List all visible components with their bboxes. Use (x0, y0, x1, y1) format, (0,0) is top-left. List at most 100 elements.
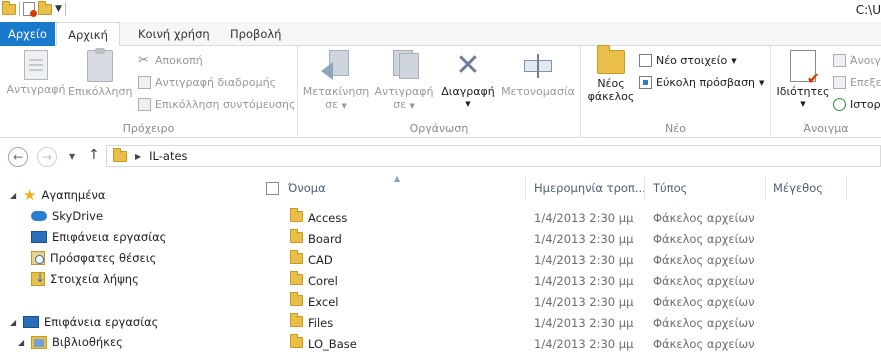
customize-dropdown-icon[interactable]: ▼ (55, 4, 62, 14)
file-name: LO_Base (308, 337, 357, 351)
back-button[interactable]: ← (8, 147, 28, 167)
copy-to-label-1: Αντιγραφή (374, 85, 434, 98)
file-name: Corel (308, 274, 338, 288)
file-name: Board (308, 232, 342, 246)
file-row[interactable]: CAD 1/4/2013 2:30 μμ Φάκελος αρχείων (256, 249, 881, 270)
properties-icon[interactable] (23, 2, 37, 17)
clipboard-group-label: Πρόχειρο (122, 122, 175, 135)
new-folder-icon[interactable] (38, 0, 52, 15)
nav-favorites[interactable]: ◢ ★ Αγαπημένα (10, 188, 106, 203)
separator (64, 2, 66, 16)
column-divider[interactable] (846, 176, 847, 200)
column-name[interactable]: Όνομα (288, 181, 326, 195)
column-date[interactable]: Ημερομηνία τροπ... (534, 181, 646, 195)
new-item-button[interactable]: Νέο στοιχείο ▼ (639, 54, 737, 67)
edit-button[interactable]: Επεξε (833, 76, 881, 89)
paste-label: Επικόλληση (68, 85, 133, 98)
ribbon: Αντιγραφή Επικόλληση ✂ Αποκοπή Αντιγραφή… (0, 45, 881, 138)
file-row[interactable]: Excel 1/4/2013 2:30 μμ Φάκελος αρχείων (256, 291, 881, 312)
folder-icon[interactable] (2, 0, 16, 15)
recent-locations-dropdown[interactable]: ▼ (69, 152, 75, 161)
chevron-down-icon: ▼ (465, 100, 471, 108)
cut-button[interactable]: ✂ Αποκοπή (138, 54, 203, 67)
nav-skydrive[interactable]: SkyDrive (31, 209, 103, 223)
copy-to-button[interactable]: Αντιγραφή σε ▼ (372, 50, 436, 113)
nav-desktop[interactable]: ◢ Επιφάνεια εργασίας (10, 315, 158, 329)
scissors-icon: ✂ (138, 53, 149, 68)
copy-button[interactable]: Αντιγραφή (6, 50, 66, 96)
nav-recent-label: Πρόσφατες θέσεις (50, 251, 157, 265)
copy-path-button[interactable]: Αντιγραφή διαδρομής (138, 76, 276, 89)
recent-places-icon (31, 251, 45, 265)
easy-access-button[interactable]: Εύκολη πρόσβαση ▼ (639, 76, 764, 89)
new-group-label: Νέο (665, 122, 686, 135)
column-divider[interactable] (765, 176, 766, 200)
open-button[interactable]: Άνοιγ (833, 54, 881, 67)
file-row[interactable]: Corel 1/4/2013 2:30 μμ Φάκελος αρχείων (256, 270, 881, 291)
address-box[interactable]: ▶ IL-ates (106, 145, 881, 167)
select-all-checkbox[interactable] (266, 182, 279, 195)
move-to-button[interactable]: Μετακίνηση σε ▼ (302, 50, 370, 113)
column-size[interactable]: Μέγεθος (773, 181, 823, 195)
forward-button[interactable]: → (37, 147, 57, 167)
expand-triangle-icon[interactable]: ◢ (10, 191, 18, 200)
up-button[interactable]: ↑ (88, 147, 100, 163)
back-arrow-icon: ← (12, 150, 24, 164)
paste-icon (87, 48, 113, 82)
nav-libraries[interactable]: ◢ Βιβλιοθήκες (18, 335, 123, 349)
tab-share[interactable]: Κοινή χρήση (128, 22, 220, 46)
organize-group-label: Οργάνωση (409, 122, 469, 135)
cut-label: Αποκοπή (155, 54, 203, 67)
tab-view[interactable]: Προβολή (220, 22, 291, 46)
chevron-down-icon: ▼ (409, 102, 415, 110)
file-date: 1/4/2013 2:30 μμ (534, 337, 634, 351)
expand-triangle-icon[interactable]: ◢ (18, 338, 26, 347)
history-button[interactable]: Ιστορ (833, 98, 881, 111)
tab-file[interactable]: Αρχείο (0, 22, 55, 46)
file-type: Φάκελος αρχείων (653, 274, 755, 288)
open-group-label: Άνοιγμα (803, 122, 849, 135)
nav-downloads[interactable]: Στοιχεία λήψης (31, 271, 139, 286)
edit-label: Επεξε (850, 76, 881, 89)
nav-recent[interactable]: Πρόσφατες θέσεις (31, 251, 156, 265)
copy-path-icon (138, 76, 151, 89)
nav-desktop-fav-label: Επιφάνεια εργασίας (52, 230, 167, 244)
folder-icon (290, 208, 303, 222)
paste-shortcut-button[interactable]: Επικόλληση συντόμευσης (138, 98, 295, 111)
paste-button[interactable]: Επικόλληση (68, 48, 133, 98)
file-row[interactable]: Access 1/4/2013 2:30 μμ Φάκελος αρχείων (256, 207, 881, 228)
breadcrumb-arrow-icon[interactable]: ▶ (135, 152, 141, 161)
column-divider[interactable] (525, 176, 526, 200)
file-row[interactable]: Board 1/4/2013 2:30 μμ Φάκελος αρχείων (256, 228, 881, 249)
file-date: 1/4/2013 2:30 μμ (534, 295, 634, 309)
easy-access-icon (639, 76, 652, 89)
column-divider[interactable] (644, 176, 645, 200)
properties-button[interactable]: Ιδιότητες ▼ (775, 50, 831, 111)
copy-to-label-2: σε (393, 98, 407, 111)
file-row[interactable]: Files 1/4/2013 2:30 μμ Φάκελος αρχείων (256, 312, 881, 333)
new-folder-big-icon (597, 45, 625, 74)
file-row[interactable]: LO_Base 1/4/2013 2:30 μμ Φάκελος αρχείων (256, 333, 881, 354)
nav-libraries-label: Βιβλιοθήκες (52, 335, 123, 349)
file-list: ▲ Όνομα Ημερομηνία τροπ... Τύπος Μέγεθος… (256, 174, 881, 351)
chevron-down-icon: ▼ (800, 100, 806, 108)
new-folder-button[interactable]: Νέος φάκελος (585, 45, 637, 103)
history-label: Ιστορ (850, 98, 881, 111)
file-date: 1/4/2013 2:30 μμ (534, 211, 634, 225)
easy-access-label: Εύκολη πρόσβαση (656, 76, 756, 89)
tab-home[interactable]: Αρχική (56, 22, 120, 47)
delete-button[interactable]: ✕ Διαγραφή ▼ (438, 50, 498, 111)
downloads-icon (31, 271, 45, 286)
move-to-label-1: Μετακίνηση (302, 85, 370, 98)
file-type: Φάκελος αρχείων (653, 295, 755, 309)
nav-desktop-fav[interactable]: Επιφάνεια εργασίας (31, 230, 166, 244)
nav-favorites-label: Αγαπημένα (41, 188, 106, 202)
rename-button[interactable]: Μετονομασία (500, 50, 576, 98)
new-folder-label-2: φάκελος (587, 90, 635, 103)
new-item-icon (639, 54, 652, 67)
column-type[interactable]: Τύπος (653, 181, 687, 195)
breadcrumb-item[interactable]: IL-ates (149, 149, 187, 163)
quick-access-toolbar: ▼ (2, 0, 66, 17)
open-label: Άνοιγ (850, 54, 881, 67)
expand-triangle-icon[interactable]: ◢ (10, 318, 18, 327)
